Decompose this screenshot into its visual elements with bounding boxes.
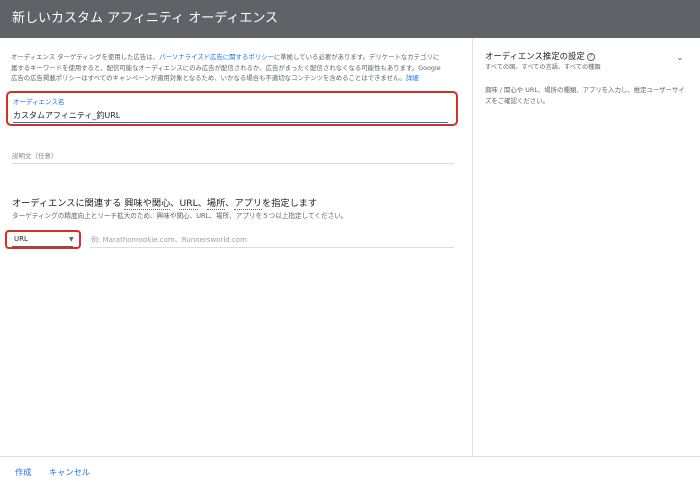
- main-panel: オーディエンス ターゲティングを使用した広告は、パーソナライズド広告に関するポリ…: [0, 38, 472, 456]
- policy-text-3: 広告の広告掲載ポリシーはすべてのキャンペーンが適用対象となるため、いかなる場合も…: [11, 74, 406, 82]
- audience-name-underline: [13, 122, 448, 123]
- targeting-title-suffix: を指定します: [262, 198, 318, 209]
- targeting-type-value: URL: [14, 235, 28, 243]
- targeting-title-url: URL: [179, 198, 198, 210]
- targeting-type-underline: [12, 246, 73, 247]
- targeting-value-input[interactable]: 例: Marathonrookie.com、Runnersworld.com: [91, 235, 247, 245]
- targeting-section-title: オーディエンスに関連する 興味や関心、URL、場所、アプリを指定します: [12, 195, 318, 210]
- targeting-title-apps: アプリ: [234, 198, 263, 210]
- estimate-settings-title-text: オーディエンス推定の設定: [485, 51, 585, 61]
- targeting-title-place: 場所: [206, 198, 226, 210]
- personalized-ads-policy-link[interactable]: パーソナライズド広告に関するポリシー: [159, 53, 274, 61]
- create-button[interactable]: 作成: [15, 466, 31, 478]
- dialog-title: 新しいカスタム アフィニティ オーディエンス: [12, 11, 279, 26]
- estimate-settings-summary: すべての国、すべての言語、すべての種類: [485, 64, 601, 71]
- targeting-title-prefix: オーディエンスに関連する: [12, 198, 125, 209]
- audience-name-field[interactable]: オーディエンス名 カスタムアフィニティ_釣URL: [6, 91, 458, 126]
- audience-name-input[interactable]: カスタムアフィニティ_釣URL: [13, 110, 120, 121]
- targeting-title-sep: 、: [197, 198, 207, 209]
- policy-details-link[interactable]: 詳細: [406, 74, 419, 82]
- help-icon[interactable]: ?: [586, 52, 595, 61]
- cancel-button[interactable]: キャンセル: [49, 466, 90, 478]
- targeting-section-subtitle: ターゲティングの精度向上とリーチ拡大のため、興味や関心、URL、場所、アプリを５…: [12, 212, 348, 220]
- targeting-value-underline: [90, 247, 454, 248]
- dialog-header: 新しいカスタム アフィニティ オーディエンス: [0, 0, 700, 38]
- audience-name-label: オーディエンス名: [13, 98, 65, 106]
- policy-text-1a: オーディエンス ターゲティングを使用した広告は、: [11, 53, 160, 61]
- description-underline: [12, 163, 454, 164]
- estimate-description: 興味 / 関心や URL、場所の種類、アプリを入力し、推定ユーザーサイズをご確認…: [485, 86, 685, 105]
- chevron-down-icon[interactable]: ⌄: [676, 53, 684, 63]
- dialog-footer: 作成 キャンセル: [0, 456, 700, 483]
- estimate-settings-title: オーディエンス推定の設定?: [485, 50, 595, 62]
- policy-text-1b: に準拠している必要があります。デリケートなカテゴリに: [273, 53, 440, 61]
- audience-estimate-panel: オーディエンス推定の設定? すべての国、すべての言語、すべての種類 ⌄ 興味 /…: [472, 38, 700, 456]
- description-input[interactable]: 説明文（任意）: [12, 150, 58, 160]
- dropdown-arrow-icon: ▼: [69, 236, 74, 243]
- policy-text-2: 属するキーワードを使用すると、配信可能なオーディエンスにのみ広告が配信されるか、…: [11, 63, 441, 72]
- policy-notice: オーディエンス ターゲティングを使用した広告は、パーソナライズド広告に関するポリ…: [11, 52, 459, 84]
- targeting-title-interests: 興味や関心: [124, 198, 171, 210]
- targeting-type-select[interactable]: URL ▼: [5, 230, 81, 249]
